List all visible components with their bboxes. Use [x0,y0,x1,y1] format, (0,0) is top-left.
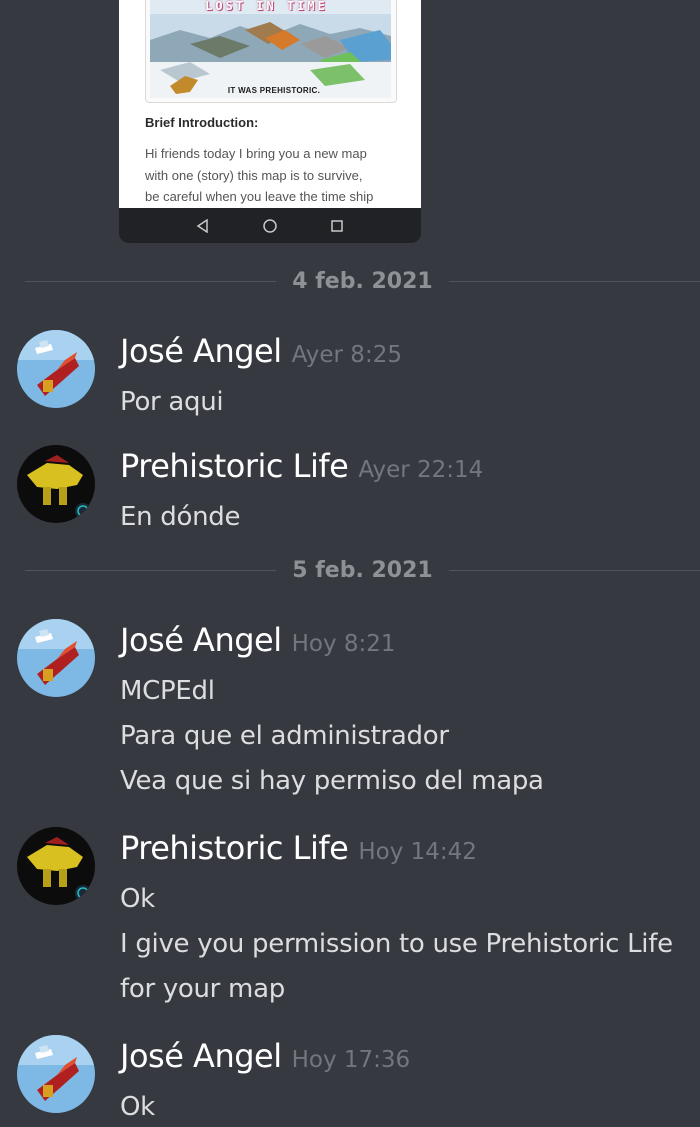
timestamp: Hoy 8:21 [291,631,396,657]
avatar[interactable] [17,1035,95,1113]
message-text: Ok [120,1092,155,1122]
message-text: for your map [120,974,285,1004]
message-header: José Angel Hoy 17:36 [120,1037,410,1075]
timestamp: Ayer 22:14 [358,457,484,483]
avatar[interactable] [17,619,95,697]
date-separator: 5 feb. 2021 [25,557,700,583]
image-attachment[interactable]: LOST IN TIME IT WAS PREHISTORIC. Brief I… [119,0,421,243]
dinosaur-avatar-icon [17,827,95,905]
user-avatar-icon [17,619,95,697]
author-name[interactable]: Prehistoric Life [120,829,349,867]
home-circle-icon[interactable] [259,215,281,237]
author-name[interactable]: José Angel [120,1037,282,1075]
timestamp: Hoy 17:36 [291,1047,411,1073]
date-label: 4 feb. 2021 [292,268,433,294]
message-text: Por aqui [120,387,224,417]
divider [448,569,700,571]
author-name[interactable]: José Angel [120,621,282,659]
timestamp: Hoy 14:42 [358,839,477,865]
message-header: José Angel Ayer 8:25 [120,332,402,370]
date-label: 5 feb. 2021 [292,557,433,583]
avatar[interactable] [17,330,95,408]
attachment-screen: LOST IN TIME IT WAS PREHISTORIC. Brief I… [119,0,421,208]
divider [25,569,277,571]
map-caption: IT WAS PREHISTORIC. [227,86,321,95]
dinosaur-avatar-icon [17,445,95,523]
article-heading: Brief Introduction: [145,115,259,130]
message-text: Vea que si hay permiso del mapa [120,766,544,796]
map-preview-card: LOST IN TIME IT WAS PREHISTORIC. [145,0,397,103]
divider [448,280,700,282]
message-text: En dónde [120,502,241,532]
message-text: Para que el administrador [120,721,449,751]
user-avatar-icon [17,1035,95,1113]
avatar[interactable] [17,827,95,905]
user-avatar-icon [17,330,95,408]
message-text: I give you permission to use Prehistoric… [120,929,673,959]
message-header: Prehistoric Life Ayer 22:14 [120,447,483,485]
map-title: LOST IN TIME [205,0,328,13]
message-header: José Angel Hoy 8:21 [120,621,396,659]
date-separator: 4 feb. 2021 [25,268,700,294]
author-name[interactable]: Prehistoric Life [120,447,349,485]
message-text: Ok [120,884,155,914]
article-line: Hi friends today I bring you a new map [145,146,367,161]
article-line: be careful when you leave the time ship [145,189,374,204]
message-header: Prehistoric Life Hoy 14:42 [120,829,477,867]
timestamp: Ayer 8:25 [291,342,402,368]
author-name[interactable]: José Angel [120,332,282,370]
divider [25,280,277,282]
map-artwork [150,0,391,98]
android-nav-bar [119,208,421,243]
recents-square-icon[interactable] [326,215,348,237]
message-text: MCPEdl [120,676,215,706]
avatar[interactable] [17,445,95,523]
article-line: with one (story) this map is to survive, [145,168,363,183]
back-triangle-icon[interactable] [192,215,214,237]
